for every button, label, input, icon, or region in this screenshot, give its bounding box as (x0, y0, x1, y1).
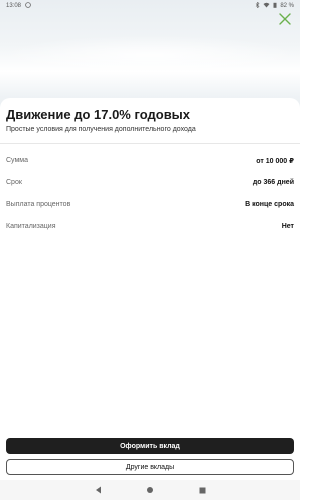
divider (0, 143, 300, 144)
recents-icon[interactable] (197, 485, 207, 495)
status-time: 13:08 (6, 3, 22, 9)
close-icon (279, 13, 291, 25)
battery-level: 82 % (280, 3, 294, 9)
home-icon[interactable] (145, 485, 155, 495)
open-deposit-button[interactable]: Оформить вклад (6, 438, 294, 454)
detail-row-amount: Сумма от 10 000 ₽ (6, 157, 294, 165)
battery-icon (273, 2, 277, 10)
details-sheet (0, 98, 300, 478)
wifi-icon (263, 2, 270, 10)
close-button[interactable] (276, 10, 294, 28)
back-icon[interactable] (93, 485, 103, 495)
detail-value: Нет (281, 223, 294, 230)
detail-label: Сумма (6, 157, 28, 164)
detail-label: Капитализация (6, 223, 56, 230)
detail-label: Срок (6, 179, 22, 186)
system-nav-bar (0, 480, 300, 500)
detail-label: Выплата процентов (6, 201, 71, 208)
offer-subtitle: Простые условия для получения дополнител… (6, 126, 196, 133)
offer-title: Движение до 17.0% годовых (6, 107, 191, 122)
detail-value: до 366 дней (252, 179, 294, 186)
detail-value: от 10 000 ₽ (256, 158, 294, 165)
detail-row-term: Срок до 366 дней (6, 179, 294, 186)
detail-row-interest-payout: Выплата процентов В конце срока (6, 201, 294, 208)
detail-row-capitalization: Капитализация Нет (6, 223, 294, 230)
bluetooth-icon (255, 1, 260, 10)
status-bar: 13:08 82 % (0, 0, 300, 12)
notification-icon (25, 2, 31, 10)
other-deposits-button[interactable]: Другие вклады (6, 459, 294, 475)
detail-value: В конце срока (245, 201, 294, 208)
